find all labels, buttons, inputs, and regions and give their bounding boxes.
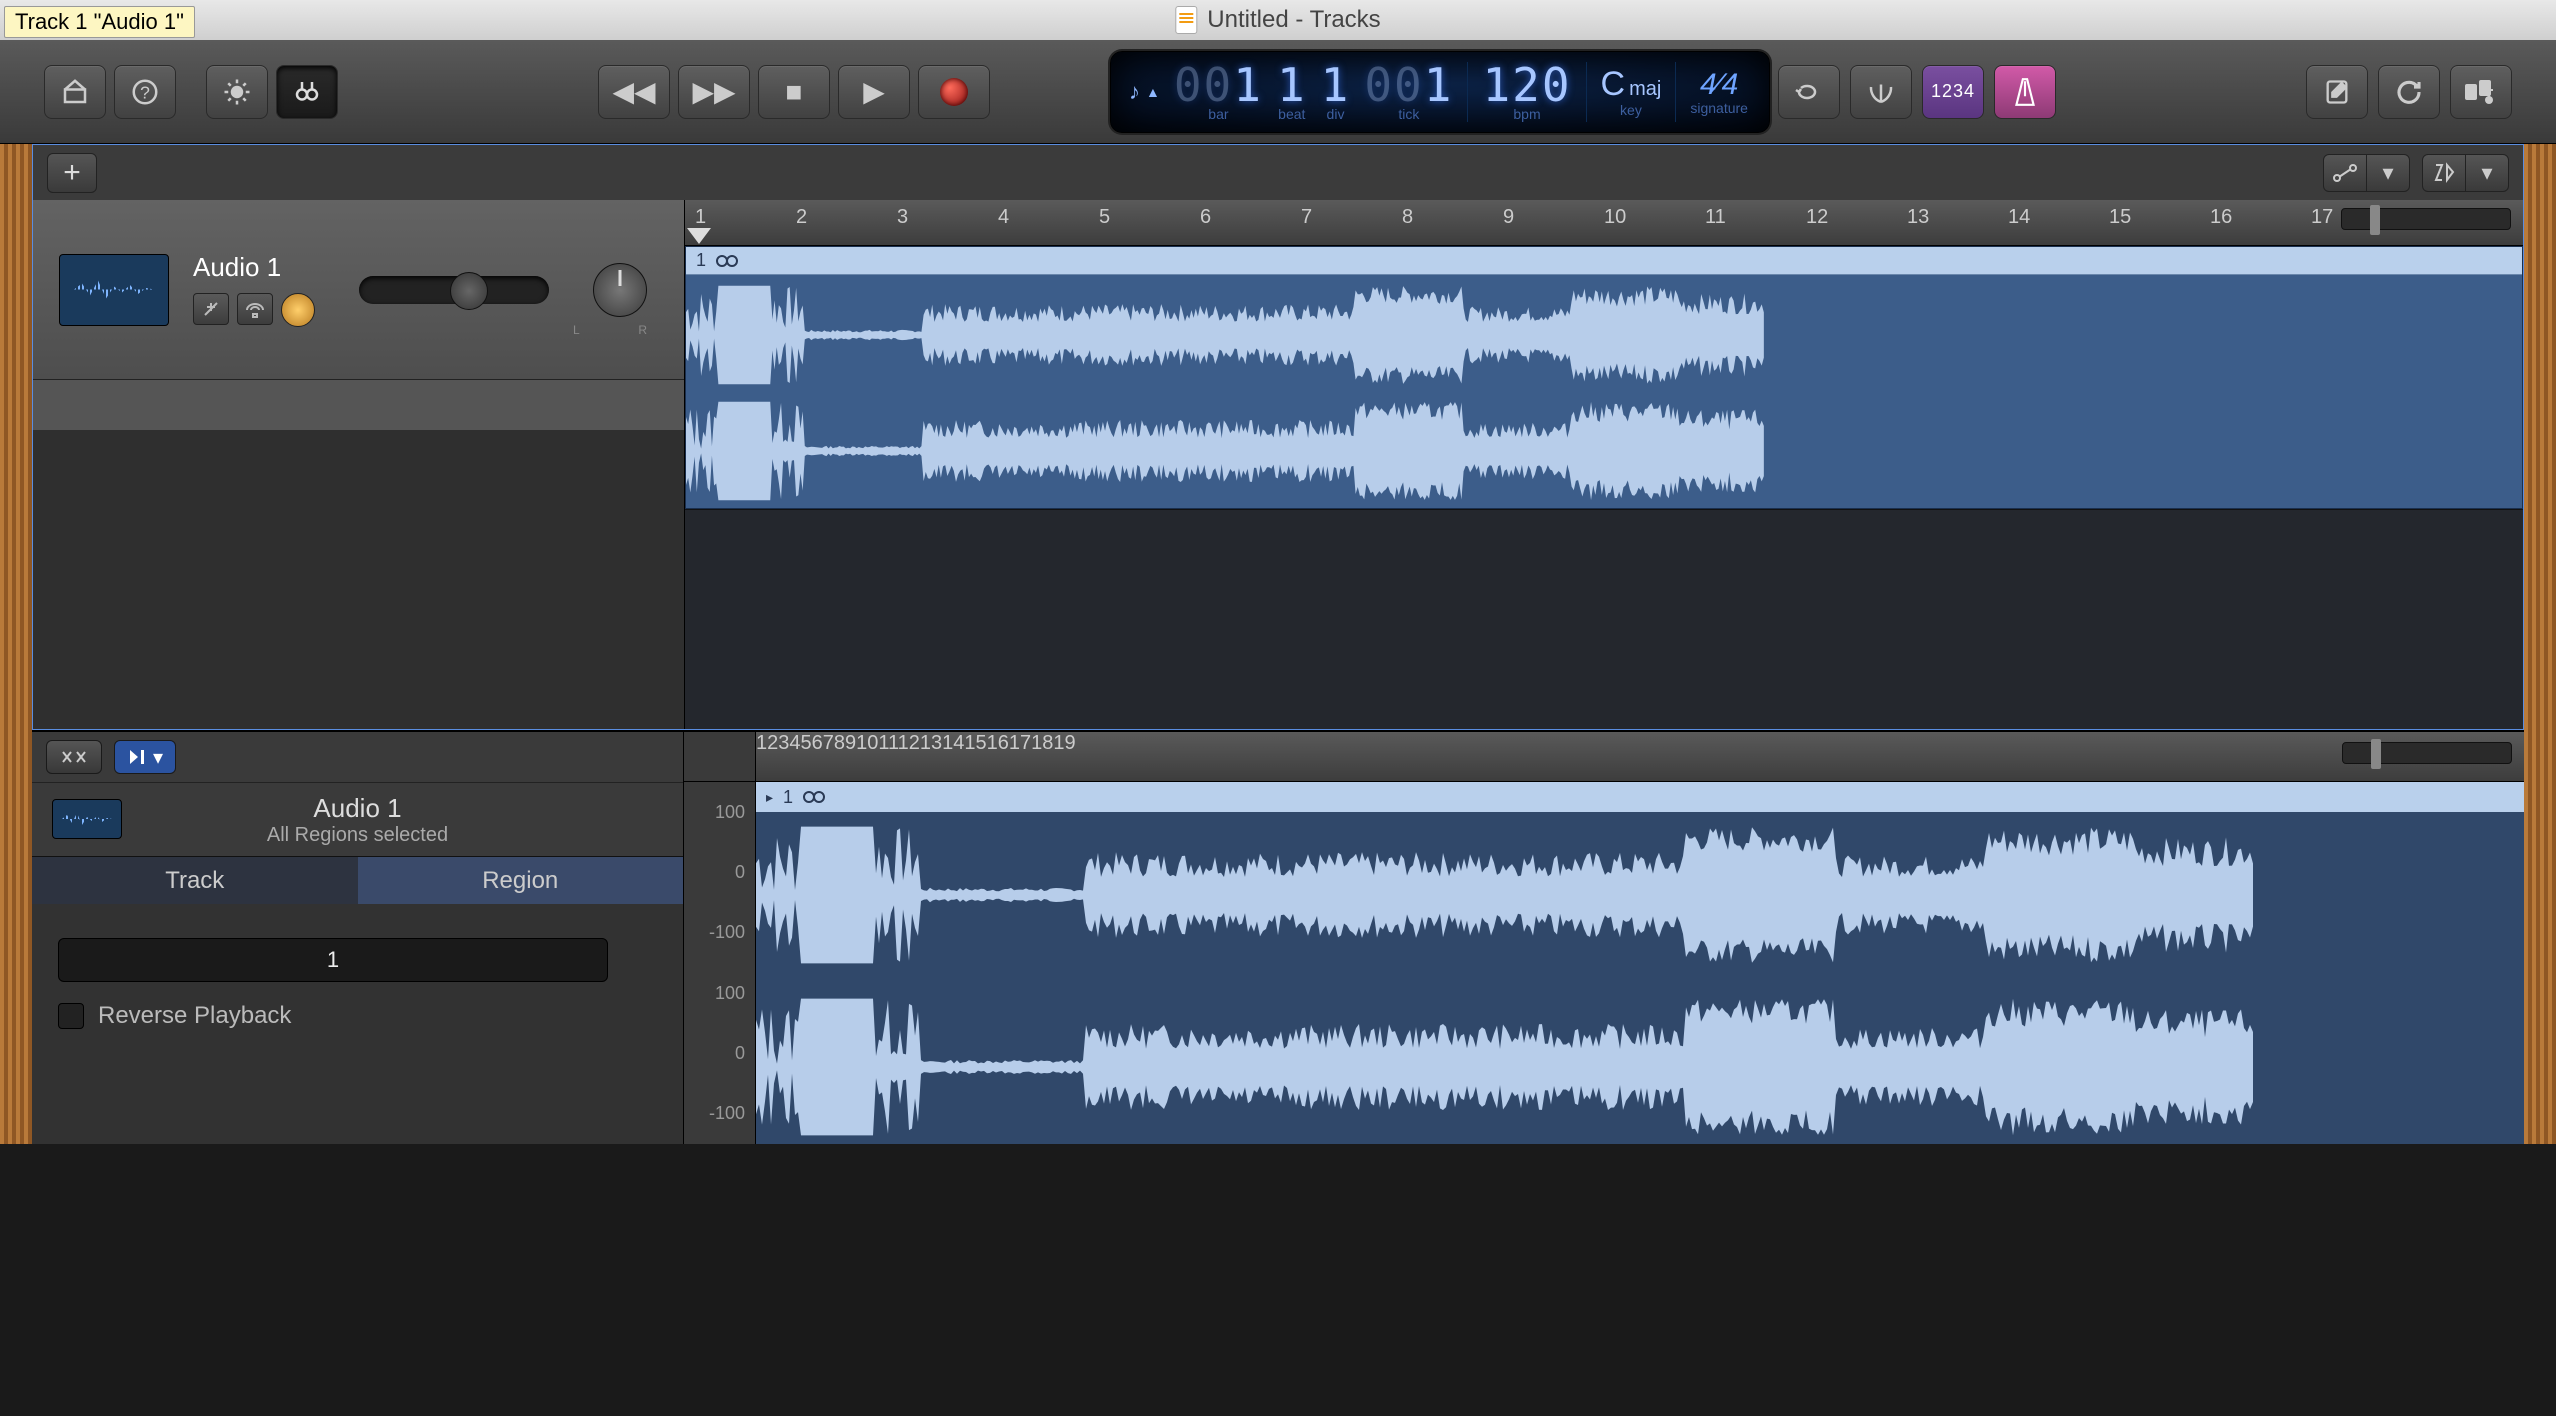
record-icon <box>940 78 968 106</box>
editor-waveform-right <box>756 992 2256 1142</box>
editor-view-catch-button[interactable]: ▾ <box>114 740 176 774</box>
tab-region[interactable]: Region <box>358 857 684 904</box>
tab-track[interactable]: Track <box>32 857 358 904</box>
horizontal-zoom-slider[interactable] <box>2341 208 2511 230</box>
waveform-icon <box>74 275 154 305</box>
volume-slider[interactable] <box>359 276 549 304</box>
editor-subtitle: All Regions selected <box>267 824 448 847</box>
timeline-ruler-editor[interactable]: 12345678910111213141516171819 <box>756 732 2524 782</box>
right-toolbar: 1234 <box>1778 65 2512 119</box>
cycle-button[interactable] <box>1778 65 1840 119</box>
tuner-button[interactable] <box>1850 65 1912 119</box>
arrange-empty-space[interactable] <box>685 510 2523 729</box>
db-scale: 1000-1001000-100 <box>684 732 756 1144</box>
editor-waveform[interactable] <box>756 812 2524 1144</box>
timeline-ruler-top[interactable]: 123456789101112131415161718 <box>685 200 2523 246</box>
editor-track-icon <box>52 799 122 839</box>
svg-text:?: ? <box>140 82 150 102</box>
reverse-playback-checkbox[interactable]: Reverse Playback <box>58 1002 657 1030</box>
reverse-label: Reverse Playback <box>98 1002 291 1030</box>
quick-help-button[interactable]: ? <box>114 65 176 119</box>
region-header[interactable]: 1 <box>686 247 2522 275</box>
stereo-icon <box>803 790 825 804</box>
track-lane[interactable]: 1 <box>685 246 2523 510</box>
track-row[interactable]: Audio 1 LR <box>33 200 684 380</box>
editors-button[interactable] <box>276 65 338 119</box>
mute-button[interactable] <box>193 293 229 325</box>
editor-pane: ▾ Audio 1 All Regions selected Track Reg… <box>32 730 2524 1144</box>
region-name-field[interactable]: 1 <box>58 938 608 982</box>
lcd-display[interactable]: ♪▲ 001bar 1beat 1div 001tick 120bpm Cmaj… <box>1110 51 1770 133</box>
editor-tabs: Track Region <box>32 856 683 904</box>
arrange-area[interactable]: 123456789101112131415161718 1 <box>685 200 2523 729</box>
window-title: Untitled - Tracks <box>1175 6 1380 34</box>
waveform-channel-right <box>686 397 1766 505</box>
play-button[interactable]: ▶ <box>838 65 910 119</box>
main-toolbar: ? ◀◀ ▶▶ ■ ▶ ♪▲ 001bar 1beat 1div 001tick… <box>0 40 2556 144</box>
editor-view-link-button[interactable] <box>46 740 102 774</box>
track-tooltip: Track 1 "Audio 1" <box>4 6 195 38</box>
wood-frame-right <box>2524 144 2556 1144</box>
pan-knob[interactable] <box>593 263 647 317</box>
wood-frame-left <box>0 144 32 1144</box>
waveform-channel-left <box>686 281 1766 389</box>
editor-waveform-left <box>756 820 2256 970</box>
window-titlebar: Untitled - Tracks Track 1 "Audio 1" <box>0 0 2556 40</box>
editor-inspector: ▾ Audio 1 All Regions selected Track Reg… <box>32 732 684 1144</box>
region-name: 1 <box>696 250 706 271</box>
rewind-button[interactable]: ◀◀ <box>598 65 670 119</box>
document-icon <box>1175 6 1197 34</box>
checkbox-icon <box>58 1003 84 1029</box>
loop-browser-button[interactable] <box>2378 65 2440 119</box>
tracks-toolbar: + ▾ ▾ <box>32 144 2524 200</box>
add-track-button[interactable]: + <box>47 153 97 193</box>
solo-button[interactable] <box>237 293 273 325</box>
lcd-mode-icon[interactable]: ♪▲ <box>1129 56 1160 128</box>
audio-region[interactable]: 1 <box>685 246 2523 509</box>
automation-menu[interactable]: ▾ <box>2323 154 2410 192</box>
play-marker-icon: ▸ <box>766 789 773 806</box>
smart-controls-button[interactable] <box>206 65 268 119</box>
track-list: Audio 1 LR <box>33 200 685 729</box>
forward-button[interactable]: ▶▶ <box>678 65 750 119</box>
media-browser-button[interactable] <box>2450 65 2512 119</box>
track-name[interactable]: Audio 1 <box>193 252 315 283</box>
stop-button[interactable]: ■ <box>758 65 830 119</box>
transport-controls: ◀◀ ▶▶ ■ ▶ <box>598 65 990 119</box>
editor-region-header[interactable]: ▸ 1 <box>756 782 2524 812</box>
track-icon[interactable] <box>59 254 169 326</box>
playhead-marker[interactable] <box>685 228 713 246</box>
editor-region-name: 1 <box>783 787 793 808</box>
count-in-button[interactable]: 1234 <box>1922 65 1984 119</box>
input-monitor-button[interactable] <box>281 293 315 327</box>
editor-zoom-slider[interactable] <box>2342 742 2512 764</box>
editor-waveform-area: 1000-1001000-100 12345678910111213141516… <box>684 732 2524 1144</box>
editor-title: Audio 1 <box>313 793 401 824</box>
catch-menu[interactable]: ▾ <box>2422 154 2509 192</box>
stereo-icon <box>716 254 738 268</box>
library-button[interactable] <box>44 65 106 119</box>
metronome-button[interactable] <box>1994 65 2056 119</box>
window-title-text: Untitled - Tracks <box>1207 6 1380 34</box>
record-button[interactable] <box>918 65 990 119</box>
notepad-button[interactable] <box>2306 65 2368 119</box>
